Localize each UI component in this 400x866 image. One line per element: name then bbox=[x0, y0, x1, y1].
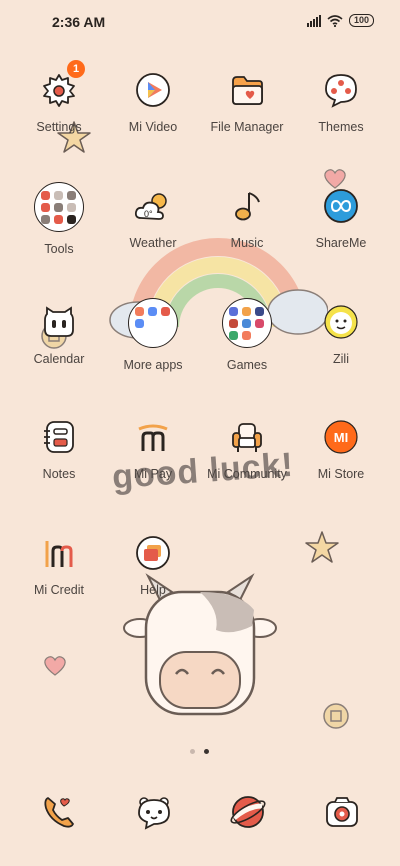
app-zili[interactable]: Zili bbox=[293, 302, 389, 366]
app-calendar[interactable]: Calendar bbox=[11, 302, 107, 366]
help-icon bbox=[133, 533, 173, 573]
games-folder-icon bbox=[222, 298, 272, 348]
messages-icon bbox=[138, 797, 170, 830]
coin-decoration bbox=[323, 703, 349, 729]
star-decoration bbox=[305, 531, 339, 563]
camera-icon bbox=[326, 797, 358, 827]
app-label: Weather bbox=[129, 236, 177, 250]
app-label: ShareMe bbox=[315, 236, 367, 250]
app-label: Tools bbox=[44, 242, 74, 256]
app-label: Settings bbox=[36, 120, 82, 134]
app-label: Mi Community bbox=[207, 467, 287, 481]
weather-icon: 0° bbox=[133, 186, 173, 226]
dock-messages[interactable] bbox=[134, 792, 174, 832]
app-label: Themes bbox=[318, 120, 364, 134]
app-file-manager[interactable]: File Manager bbox=[199, 70, 295, 134]
folder-icon bbox=[227, 70, 267, 110]
more-apps-folder-icon bbox=[128, 298, 178, 348]
svg-text:MI: MI bbox=[334, 430, 348, 445]
app-more-apps-folder[interactable]: More apps bbox=[105, 298, 201, 372]
calendar-icon bbox=[39, 302, 79, 342]
shareme-icon bbox=[321, 186, 361, 226]
app-label: Notes bbox=[42, 467, 76, 481]
zili-icon bbox=[321, 302, 361, 342]
svg-text:0°: 0° bbox=[144, 209, 153, 219]
app-label: Zili bbox=[333, 352, 349, 366]
app-label: Games bbox=[226, 358, 268, 372]
app-label: Mi Store bbox=[317, 467, 365, 481]
signal-icon bbox=[306, 14, 321, 27]
app-music[interactable]: Music bbox=[199, 186, 295, 250]
wifi-icon bbox=[327, 14, 343, 27]
play-icon bbox=[133, 70, 173, 110]
palette-icon bbox=[321, 70, 361, 110]
app-label: More apps bbox=[123, 358, 183, 372]
app-mi-pay[interactable]: Mi Pay bbox=[105, 417, 201, 481]
notes-icon bbox=[39, 417, 79, 457]
app-shareme[interactable]: ShareMe bbox=[293, 186, 389, 250]
app-tools-folder[interactable]: Tools bbox=[11, 182, 107, 256]
clock: 2:36 AM bbox=[52, 14, 106, 30]
dock-phone[interactable] bbox=[40, 792, 80, 832]
settings-icon: 1 bbox=[39, 60, 85, 110]
app-weather[interactable]: 0° Weather bbox=[105, 186, 201, 250]
music-note-icon bbox=[227, 186, 267, 226]
mi-store-icon: MI bbox=[321, 417, 361, 457]
app-label: Calendar bbox=[33, 352, 85, 366]
app-label: Help bbox=[140, 583, 166, 597]
dock-camera[interactable] bbox=[322, 792, 362, 832]
app-settings[interactable]: 1 Settings bbox=[11, 60, 107, 134]
dock-browser[interactable] bbox=[228, 792, 268, 832]
app-help[interactable]: Help bbox=[105, 533, 201, 597]
armchair-icon bbox=[227, 417, 267, 457]
page-dot[interactable] bbox=[190, 749, 195, 754]
app-label: Music bbox=[230, 236, 264, 250]
notification-badge: 1 bbox=[67, 60, 85, 78]
app-label: Mi Video bbox=[128, 120, 178, 134]
app-mi-store[interactable]: MI Mi Store bbox=[293, 417, 389, 481]
app-mi-video[interactable]: Mi Video bbox=[105, 70, 201, 134]
app-mi-credit[interactable]: Mi Credit bbox=[11, 533, 107, 597]
app-label: File Manager bbox=[210, 120, 284, 134]
mi-credit-icon bbox=[39, 533, 79, 573]
app-label: Mi Pay bbox=[133, 467, 173, 481]
page-indicator[interactable] bbox=[190, 749, 209, 754]
page-dot-active[interactable] bbox=[204, 749, 209, 754]
app-label: Mi Credit bbox=[33, 583, 84, 597]
app-mi-community[interactable]: Mi Community bbox=[199, 417, 295, 481]
app-themes[interactable]: Themes bbox=[293, 70, 389, 134]
tools-folder-icon bbox=[34, 182, 84, 232]
status-bar: 2:36 AM 100 bbox=[0, 0, 400, 44]
heart-decoration bbox=[44, 656, 66, 676]
phone-icon bbox=[44, 797, 74, 828]
app-games-folder[interactable]: Games bbox=[199, 298, 295, 372]
browser-icon bbox=[230, 796, 266, 828]
mi-pay-icon bbox=[133, 417, 173, 457]
battery-indicator: 100 bbox=[348, 14, 374, 27]
app-notes[interactable]: Notes bbox=[11, 417, 107, 481]
